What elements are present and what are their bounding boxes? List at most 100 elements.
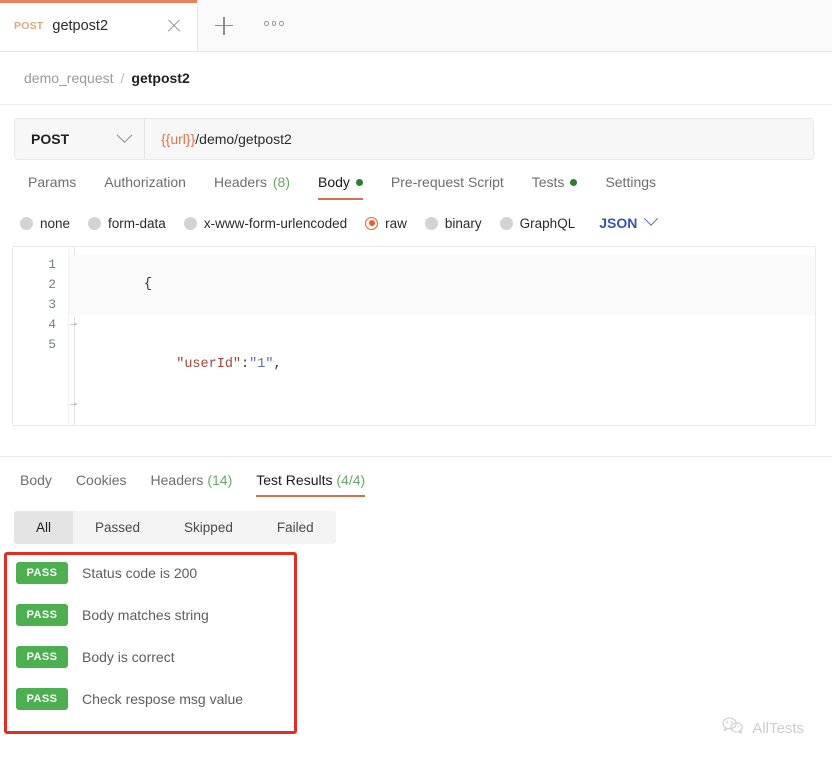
response-tab-cookies[interactable]: Cookies — [64, 472, 139, 497]
tab-settings-label: Settings — [605, 174, 656, 190]
response-tab-test-results[interactable]: Test Results (4/4) — [244, 472, 377, 497]
code-comma: , — [273, 357, 281, 372]
line-number: 4 — [13, 315, 68, 335]
tab-body[interactable]: Body — [304, 174, 377, 200]
tab-params[interactable]: Params — [14, 174, 90, 200]
tab-headers[interactable]: Headers (8) — [200, 174, 304, 200]
filter-passed-label: Passed — [95, 520, 140, 535]
body-type-form-data-label: form-data — [108, 216, 166, 231]
tab-method-label: POST — [14, 20, 43, 32]
response-tab-cookies-label: Cookies — [76, 472, 127, 488]
radio-icon-none — [20, 217, 33, 230]
body-type-raw[interactable]: raw — [365, 216, 407, 231]
filter-passed[interactable]: Passed — [73, 511, 162, 544]
watermark: AllTests — [722, 717, 804, 740]
tab-params-label: Params — [28, 174, 76, 190]
response-tab-headers-count: (14) — [207, 472, 232, 488]
body-type-binary[interactable]: binary — [425, 216, 482, 231]
url-input[interactable]: {{url}}/demo/getpost2 — [145, 119, 813, 159]
editor-line-number-gutter: 1 2 3 4 5 — [13, 247, 69, 425]
radio-icon-raw — [365, 217, 378, 230]
body-format-label: JSON — [599, 215, 637, 231]
tab-tests[interactable]: Tests — [518, 174, 592, 200]
response-section-tabs: Body Cookies Headers (14) Test Results (… — [0, 457, 832, 497]
request-body-editor[interactable]: 1 2 3 4 5 { "userId":"1", "createName":"… — [12, 246, 816, 426]
code-open-brace: { — [144, 277, 152, 292]
test-result-row[interactable]: PASS Status code is 200 — [16, 552, 832, 594]
filter-all[interactable]: All — [14, 511, 73, 544]
status-badge: PASS — [16, 688, 68, 710]
response-tab-body-label: Body — [20, 472, 52, 488]
filter-skipped-label: Skipped — [184, 520, 233, 535]
tab-options-button[interactable] — [250, 0, 298, 51]
request-tab-getpost2[interactable]: POST getpost2 — [0, 0, 198, 51]
tests-modified-dot-icon — [570, 179, 577, 186]
code-line-2: "userId":"1", — [69, 315, 815, 395]
line-number: 5 — [13, 335, 68, 355]
test-result-filter-group: All Passed Skipped Failed — [14, 511, 336, 544]
postman-window: POST getpost2 demo_request / getpost2 PO… — [0, 0, 832, 762]
breadcrumb-folder[interactable]: demo_request — [24, 70, 114, 86]
wechat-icon — [722, 717, 744, 740]
code-colon: : — [241, 357, 249, 372]
body-modified-dot-icon — [356, 179, 363, 186]
editor-code-area[interactable]: { "userId":"1", "createName":"AllTests",… — [69, 247, 815, 425]
tab-body-underline — [318, 198, 363, 200]
tab-body-label: Body — [318, 174, 350, 190]
response-tab-body[interactable]: Body — [8, 472, 64, 497]
test-result-row[interactable]: PASS Body matches string — [16, 594, 832, 636]
filter-failed-label: Failed — [277, 520, 314, 535]
http-method-dropdown[interactable]: POST — [15, 119, 145, 159]
breadcrumb-request-name[interactable]: getpost2 — [131, 70, 189, 86]
ellipsis-icon — [264, 21, 284, 26]
request-section-tabs: Params Authorization Headers (8) Body Pr… — [0, 160, 832, 200]
body-type-none[interactable]: none — [20, 216, 70, 231]
test-results-list: PASS Status code is 200 PASS Body matche… — [0, 552, 832, 720]
body-type-urlencoded-label: x-www-form-urlencoded — [204, 216, 347, 231]
plus-icon — [215, 17, 233, 35]
filter-skipped[interactable]: Skipped — [162, 511, 255, 544]
http-method-label: POST — [31, 131, 69, 147]
url-bar-container: POST {{url}}/demo/getpost2 — [0, 105, 832, 160]
body-format-dropdown[interactable]: JSON — [599, 215, 656, 231]
line-number: 2 — [13, 275, 68, 295]
body-type-selector: none form-data x-www-form-urlencoded raw… — [0, 200, 832, 236]
tab-strip-filler — [298, 0, 832, 51]
test-result-row[interactable]: PASS Body is correct — [16, 636, 832, 678]
tab-authorization[interactable]: Authorization — [90, 174, 200, 200]
tab-tests-label: Tests — [532, 174, 565, 190]
chevron-down-icon — [117, 127, 133, 143]
test-result-name: Body is correct — [82, 649, 175, 665]
test-result-name: Status code is 200 — [82, 565, 197, 581]
tab-title-label: getpost2 — [52, 18, 163, 34]
radio-icon-form-data — [88, 217, 101, 230]
new-tab-button[interactable] — [198, 0, 250, 51]
radio-icon-graphql — [500, 217, 513, 230]
tab-pre-request-script[interactable]: Pre-request Script — [377, 174, 518, 200]
body-type-form-data[interactable]: form-data — [88, 216, 166, 231]
body-type-graphql[interactable]: GraphQL — [500, 216, 576, 231]
request-tab-strip: POST getpost2 — [0, 0, 832, 52]
body-type-urlencoded[interactable]: x-www-form-urlencoded — [184, 216, 347, 231]
line-number: 1 — [13, 255, 68, 275]
close-icon[interactable] — [163, 15, 185, 37]
url-bar: POST {{url}}/demo/getpost2 — [14, 118, 814, 160]
body-type-graphql-label: GraphQL — [520, 216, 576, 231]
status-badge: PASS — [16, 562, 68, 584]
code-value: "1" — [249, 357, 273, 372]
code-line-1: { — [69, 255, 815, 315]
chevron-down-icon — [644, 212, 658, 226]
tab-headers-label: Headers — [214, 174, 267, 190]
fold-marker-icon — [70, 324, 77, 325]
filter-failed[interactable]: Failed — [255, 511, 336, 544]
test-result-row[interactable]: PASS Check respose msg value — [16, 678, 832, 720]
body-type-binary-label: binary — [445, 216, 482, 231]
response-tab-underline — [256, 495, 365, 497]
tab-headers-count: (8) — [273, 174, 290, 190]
breadcrumb-separator: / — [121, 70, 125, 86]
line-number: 3 — [13, 295, 68, 315]
response-tab-headers[interactable]: Headers (14) — [139, 472, 245, 497]
status-badge: PASS — [16, 604, 68, 626]
tab-pre-request-script-label: Pre-request Script — [391, 174, 504, 190]
tab-settings[interactable]: Settings — [591, 174, 670, 200]
